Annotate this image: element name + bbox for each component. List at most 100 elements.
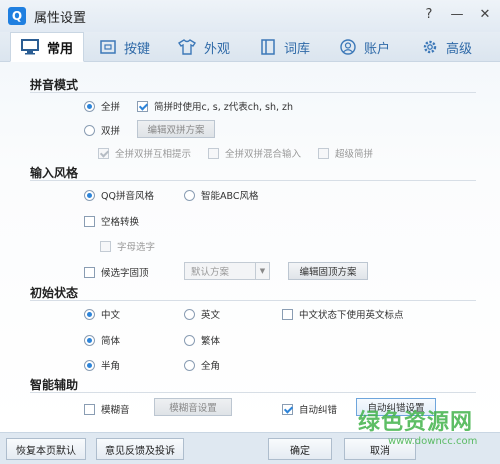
- tab-general[interactable]: 常用: [10, 32, 85, 62]
- tab-general-label: 常用: [47, 41, 74, 57]
- radio-indicator: [184, 334, 195, 346]
- tab-advanced[interactable]: 高级: [422, 32, 472, 62]
- candidate-fixed-label: 候选字固顶: [101, 268, 149, 279]
- fixed-scheme-select[interactable]: 默认方案 ▼: [184, 262, 270, 280]
- chinese-radio[interactable]: 中文: [84, 307, 120, 321]
- checkbox-indicator: [208, 147, 219, 159]
- radio-indicator: [84, 334, 95, 346]
- checkbox-indicator: [282, 308, 293, 320]
- checkbox-indicator: [137, 100, 148, 112]
- cancel-button[interactable]: 取消: [344, 438, 416, 460]
- qq-style-label: QQ拼音风格: [101, 191, 154, 202]
- super-jianpin-label: 超级简拼: [335, 149, 374, 160]
- english-radio[interactable]: 英文: [184, 307, 220, 321]
- traditional-label: 繁体: [201, 336, 221, 347]
- settings-panel: 拼音模式 全拼 简拼时使用c, s, z代表ch, sh, zh 双拼 编辑双拼…: [0, 62, 500, 432]
- auto-correct-settings-button[interactable]: 自动纠错设置: [356, 398, 436, 416]
- tab-account[interactable]: 账户: [340, 32, 390, 62]
- checkbox-indicator: [282, 403, 293, 415]
- checkbox-indicator: [100, 240, 111, 252]
- shuangpin-label: 双拼: [101, 126, 121, 137]
- section-divider: [30, 392, 476, 393]
- tab-account-label: 账户: [364, 41, 391, 57]
- shuangpin-hint-checkbox[interactable]: 全拼双拼互相提示: [98, 146, 191, 160]
- full-width-radio[interactable]: 全角: [184, 358, 220, 372]
- close-button[interactable]: ✕: [478, 8, 492, 22]
- tab-keys[interactable]: 按键: [100, 32, 150, 62]
- shirt-icon: [178, 39, 196, 55]
- user-icon: [340, 39, 356, 55]
- cn-english-punct-checkbox[interactable]: 中文状态下使用英文标点: [282, 307, 404, 321]
- section-divider: [30, 300, 476, 301]
- qq-style-radio[interactable]: QQ拼音风格: [84, 188, 154, 202]
- minimize-button[interactable]: —: [450, 8, 464, 22]
- restore-defaults-button[interactable]: 恢复本页默认: [6, 438, 86, 460]
- tab-advanced-label: 高级: [446, 41, 473, 57]
- fuzzy-checkbox[interactable]: 模糊音: [84, 402, 130, 416]
- radio-indicator: [184, 308, 195, 320]
- tab-bar: 常用 按键 外观 词库 账户 高级: [0, 32, 500, 62]
- shuangpin-mixed-checkbox[interactable]: 全拼双拼混合输入: [208, 146, 301, 160]
- radio-indicator: [184, 189, 195, 201]
- keyboard-icon: [100, 40, 116, 54]
- monitor-icon: [21, 39, 39, 55]
- half-width-radio[interactable]: 半角: [84, 358, 120, 372]
- section-divider: [30, 92, 476, 93]
- ok-button[interactable]: 确定: [268, 438, 332, 460]
- traditional-radio[interactable]: 繁体: [184, 333, 220, 347]
- section-smart-assist-title: 智能辅助: [30, 378, 79, 392]
- letter-select-checkbox[interactable]: 字母选字: [100, 239, 155, 253]
- super-jianpin-checkbox[interactable]: 超级简拼: [318, 146, 373, 160]
- quanpin-radio[interactable]: 全拼: [84, 99, 120, 113]
- radio-indicator: [84, 359, 95, 371]
- shuangpin-hint-label: 全拼双拼互相提示: [115, 149, 192, 160]
- section-input-style-title: 输入风格: [30, 166, 79, 180]
- auto-correct-label: 自动纠错: [299, 405, 338, 416]
- checkbox-indicator: [84, 266, 95, 278]
- radio-indicator: [84, 308, 95, 320]
- quanpin-label: 全拼: [101, 102, 121, 113]
- app-logo-icon: Q: [8, 7, 26, 25]
- help-button[interactable]: ?: [422, 8, 436, 22]
- footer-bar: 恢复本页默认 意见反馈及投诉 确定 取消: [0, 432, 500, 464]
- simplified-radio[interactable]: 简体: [84, 333, 120, 347]
- tab-dictionary-label: 词库: [284, 41, 311, 57]
- section-initial-state-title: 初始状态: [30, 286, 79, 300]
- edit-fixed-scheme-button[interactable]: 编辑固顶方案: [288, 262, 368, 280]
- title-bar: Q 属性设置 ? — ✕: [0, 0, 500, 32]
- section-pinyin-mode-title: 拼音模式: [30, 78, 79, 92]
- checkbox-indicator: [84, 403, 95, 415]
- tab-dictionary[interactable]: 词库: [260, 32, 310, 62]
- jianpin-checkbox[interactable]: 简拼时使用c, s, z代表ch, sh, zh: [137, 99, 293, 113]
- fixed-scheme-value: 默认方案: [191, 267, 230, 278]
- feedback-button[interactable]: 意见反馈及投诉: [96, 438, 184, 460]
- cn-english-punct-label: 中文状态下使用英文标点: [299, 310, 404, 321]
- candidate-fixed-checkbox[interactable]: 候选字固顶: [84, 265, 149, 279]
- radio-indicator: [84, 124, 95, 136]
- letter-select-label: 字母选字: [117, 242, 156, 253]
- space-convert-checkbox[interactable]: 空格转换: [84, 214, 139, 228]
- fuzzy-settings-button[interactable]: 模糊音设置: [154, 398, 232, 416]
- english-label: 英文: [201, 310, 221, 321]
- half-width-label: 半角: [101, 361, 121, 372]
- checkbox-indicator: [98, 147, 109, 159]
- auto-correct-checkbox[interactable]: 自动纠错: [282, 402, 337, 416]
- window-title: 属性设置: [34, 10, 87, 26]
- simplified-label: 简体: [101, 336, 121, 347]
- shuangpin-mixed-label: 全拼双拼混合输入: [225, 149, 302, 160]
- radio-indicator: [84, 189, 95, 201]
- fuzzy-label: 模糊音: [101, 405, 130, 416]
- space-convert-label: 空格转换: [101, 217, 140, 228]
- radio-indicator: [184, 359, 195, 371]
- shuangpin-radio[interactable]: 双拼: [84, 123, 120, 137]
- checkbox-indicator: [318, 147, 329, 159]
- radio-indicator: [84, 100, 95, 112]
- chinese-label: 中文: [101, 310, 121, 321]
- book-icon: [261, 39, 275, 55]
- tab-appearance[interactable]: 外观: [178, 32, 230, 62]
- edit-shuangpin-button[interactable]: 编辑双拼方案: [137, 120, 215, 138]
- full-width-label: 全角: [201, 361, 221, 372]
- tab-appearance-label: 外观: [204, 41, 231, 57]
- abc-style-radio[interactable]: 智能ABC风格: [184, 188, 258, 202]
- tab-keys-label: 按键: [124, 41, 151, 57]
